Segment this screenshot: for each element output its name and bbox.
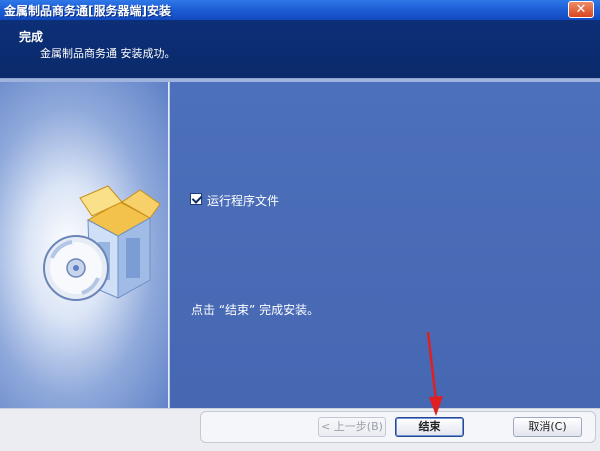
- close-icon: ✕: [575, 2, 587, 17]
- header-subtitle: 金属制品商务通 安装成功。: [40, 47, 176, 60]
- left-graphic-panel: [0, 82, 170, 408]
- close-button[interactable]: ✕: [568, 1, 594, 18]
- finish-hint-text: 点击 “结束” 完成安装。: [191, 303, 320, 317]
- header-title: 完成: [19, 30, 44, 44]
- wizard-header: 完成 金属制品商务通 安装成功。: [0, 20, 600, 79]
- title-bar: 金属制品商务通[服务器端]安装 ✕: [0, 0, 600, 21]
- back-button[interactable]: < 上一步(B): [318, 417, 386, 437]
- cancel-button[interactable]: 取消(C): [513, 417, 582, 437]
- run-program-label[interactable]: 运行程序文件: [207, 192, 279, 209]
- finish-button[interactable]: 结束: [395, 417, 464, 437]
- window-title: 金属制品商务通[服务器端]安装: [4, 4, 171, 18]
- disc-icon: [43, 235, 109, 301]
- run-program-checkbox[interactable]: [190, 193, 202, 205]
- box-and-disc-icon: [43, 185, 161, 301]
- main-content: [170, 82, 600, 408]
